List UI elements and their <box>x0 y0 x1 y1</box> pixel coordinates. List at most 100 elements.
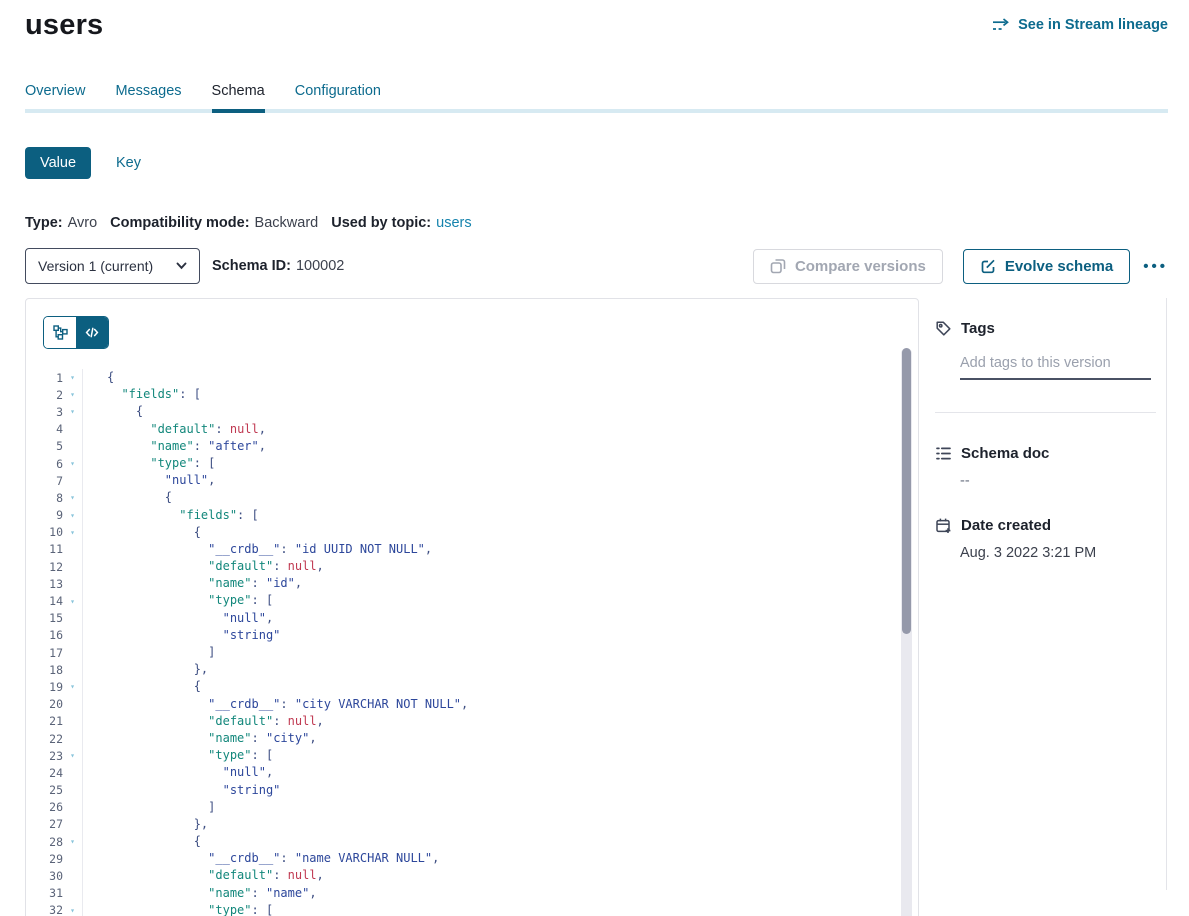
fold-arrow-icon[interactable]: ▾ <box>63 511 82 520</box>
code-token: "default" <box>208 868 273 882</box>
code-line[interactable]: { <box>107 403 468 420</box>
code-line[interactable]: }, <box>107 816 468 833</box>
code-line[interactable]: "default": null, <box>107 867 468 884</box>
line-number: 9 <box>26 508 63 522</box>
fold-arrow-icon[interactable]: ▾ <box>63 906 82 915</box>
version-select[interactable]: Version 1 (current) <box>25 248 200 284</box>
code-editor[interactable]: 1▾2▾3▾456▾78▾9▾10▾11121314▾1516171819▾20… <box>26 348 918 916</box>
schema-id-value: 100002 <box>296 258 344 274</box>
code-line[interactable]: "__crdb__": "id UUID NOT NULL", <box>107 541 468 558</box>
code-line[interactable]: "null", <box>107 610 468 627</box>
code-token: : <box>252 576 266 590</box>
code-line[interactable]: "name": "after", <box>107 438 468 455</box>
fold-arrow-icon[interactable]: ▾ <box>63 751 82 760</box>
code-view-button[interactable] <box>76 317 108 348</box>
fold-arrow-icon[interactable]: ▾ <box>63 682 82 691</box>
code-line[interactable]: "default": null, <box>107 713 468 730</box>
see-in-stream-lineage-link[interactable]: See in Stream lineage <box>992 17 1168 33</box>
code-line[interactable]: "fields": [ <box>107 386 468 403</box>
fold-arrow-icon[interactable]: ▾ <box>63 407 82 416</box>
tab-configuration[interactable]: Configuration <box>295 83 381 113</box>
code-token: : <box>273 868 287 882</box>
tab-messages[interactable]: Messages <box>115 83 181 113</box>
fold-arrow-icon[interactable]: ▾ <box>63 528 82 537</box>
code-token: , <box>461 697 468 711</box>
code-line[interactable]: "fields": [ <box>107 507 468 524</box>
gutter-row: 27 <box>26 816 82 833</box>
code-line[interactable]: "default": null, <box>107 558 468 575</box>
code-line[interactable]: "name": "name", <box>107 885 468 902</box>
code-token: "fields" <box>121 387 179 401</box>
tab-schema[interactable]: Schema <box>212 83 265 113</box>
code-line[interactable]: { <box>107 489 468 506</box>
line-number: 15 <box>26 611 63 625</box>
gutter-row: 14▾ <box>26 592 82 609</box>
code-token: "null" <box>223 765 266 779</box>
tree-view-icon <box>53 325 68 340</box>
code-line[interactable]: "type": [ <box>107 747 468 764</box>
tags-section-header: Tags <box>935 320 1166 337</box>
editor-toolbar <box>26 299 918 348</box>
code-line[interactable]: "null", <box>107 764 468 781</box>
code-line[interactable]: "null", <box>107 472 468 489</box>
fold-arrow-icon[interactable]: ▾ <box>63 390 82 399</box>
gutter-row: 7 <box>26 472 82 489</box>
code-line[interactable]: { <box>107 833 468 850</box>
fold-arrow-icon[interactable]: ▾ <box>63 459 82 468</box>
code-token: : [ <box>194 456 216 470</box>
line-number: 28 <box>26 835 63 849</box>
code-line[interactable]: "string" <box>107 627 468 644</box>
code-line[interactable]: "name": "id", <box>107 575 468 592</box>
code-token: "name VARCHAR NULL" <box>295 851 432 865</box>
code-line[interactable]: }, <box>107 661 468 678</box>
code-line[interactable]: "string" <box>107 782 468 799</box>
code-token: , <box>309 886 316 900</box>
code-token: "string" <box>223 628 281 642</box>
code-line[interactable]: "default": null, <box>107 421 468 438</box>
code-line[interactable]: "type": [ <box>107 455 468 472</box>
scrollbar-thumb[interactable] <box>902 348 911 634</box>
schema-id-label: Schema ID: <box>212 258 291 274</box>
code-lines: { "fields": [ { "default": null, "name":… <box>83 369 468 916</box>
line-number: 29 <box>26 852 63 866</box>
tree-view-button[interactable] <box>44 317 76 348</box>
line-number: 1 <box>26 371 63 385</box>
compare-versions-button[interactable]: Compare versions <box>753 249 943 284</box>
code-line[interactable]: "type": [ <box>107 902 468 916</box>
code-line[interactable]: { <box>107 678 468 695</box>
fold-arrow-icon[interactable]: ▾ <box>63 837 82 846</box>
schema-doc-section: Schema doc -- <box>935 445 1166 489</box>
code-line[interactable]: { <box>107 524 468 541</box>
code-token: "city VARCHAR NOT NULL" <box>295 697 461 711</box>
code-token: { <box>194 525 201 539</box>
meta-value-link[interactable]: users <box>436 215 471 231</box>
code-line[interactable]: ] <box>107 799 468 816</box>
add-tags-input[interactable] <box>960 353 1151 380</box>
key-button[interactable]: Key <box>116 155 141 171</box>
tab-overview[interactable]: Overview <box>25 83 85 113</box>
gutter-row: 11 <box>26 541 82 558</box>
code-line[interactable]: "name": "city", <box>107 730 468 747</box>
code-token: , <box>259 422 266 436</box>
code-token: : [ <box>179 387 201 401</box>
value-button[interactable]: Value <box>25 147 91 179</box>
more-options-button[interactable]: ••• <box>1143 258 1168 275</box>
line-number: 2 <box>26 388 63 402</box>
code-line[interactable]: { <box>107 369 468 386</box>
gutter-row: 24 <box>26 764 82 781</box>
evolve-schema-button[interactable]: Evolve schema <box>963 249 1130 284</box>
fold-arrow-icon[interactable]: ▾ <box>63 597 82 606</box>
code-line[interactable]: ] <box>107 644 468 661</box>
code-line[interactable]: "__crdb__": "name VARCHAR NULL", <box>107 850 468 867</box>
code-token: null <box>230 422 259 436</box>
code-line[interactable]: "type": [ <box>107 592 468 609</box>
gutter-row: 12 <box>26 558 82 575</box>
fold-arrow-icon[interactable]: ▾ <box>63 373 82 382</box>
fold-arrow-icon[interactable]: ▾ <box>63 493 82 502</box>
gutter-row: 6▾ <box>26 455 82 472</box>
gutter-row: 31 <box>26 885 82 902</box>
scrollbar-track[interactable] <box>901 348 912 916</box>
code-token: "default" <box>150 422 215 436</box>
line-number: 25 <box>26 783 63 797</box>
code-line[interactable]: "__crdb__": "city VARCHAR NOT NULL", <box>107 696 468 713</box>
